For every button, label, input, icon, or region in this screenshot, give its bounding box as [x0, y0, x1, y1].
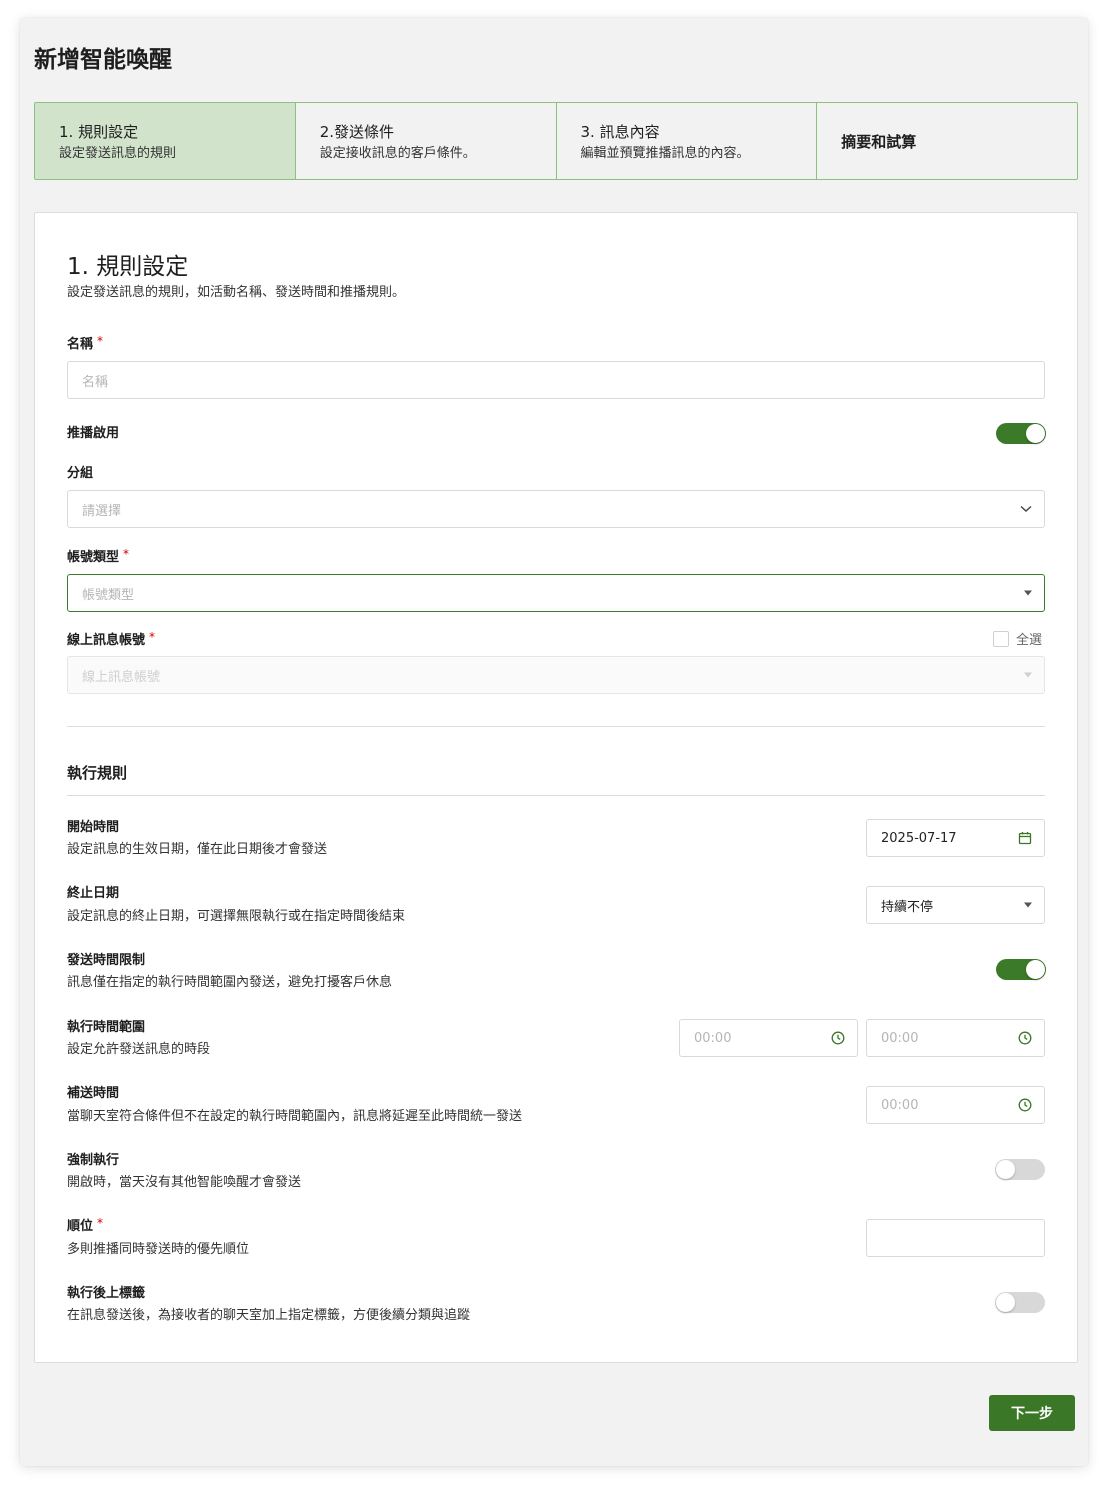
step-title: 1. 規則設定 — [59, 123, 139, 141]
step-summary[interactable]: 摘要和試算 — [817, 103, 1077, 179]
caret-down-icon — [1024, 672, 1032, 678]
step-title: 摘要和試算 — [841, 133, 917, 151]
step-title: 3. 訊息內容 — [580, 123, 660, 141]
send-time-limit-title: 發送時間限制 — [67, 953, 146, 968]
required-mark: * — [97, 334, 104, 348]
required-mark: * — [149, 630, 156, 644]
chevron-down-icon — [1020, 505, 1032, 513]
end-date-desc: 設定訊息的終止日期，可選擇無限執行或在指定時間後結束 — [67, 909, 406, 924]
group-select[interactable]: 請選擇 — [67, 490, 1045, 528]
priority-title: 順位 * — [67, 1216, 104, 1234]
form-card: 1. 規則設定 設定發送訊息的規則，如活動名稱、發送時間和推播規則。 名稱 * 名… — [34, 212, 1078, 1363]
online-account-select[interactable]: 線上訊息帳號 — [67, 656, 1045, 694]
step-desc: 編輯並預覽推播訊息的內容。 — [580, 146, 750, 161]
step-title: 2.發送條件 — [319, 123, 395, 141]
divider — [67, 726, 1045, 727]
page-title: 新增智能喚醒 — [34, 47, 172, 73]
name-label: 名稱 * — [67, 334, 104, 352]
priority-desc: 多則推播同時發送時的優先順位 — [67, 1242, 250, 1257]
force-execute-toggle[interactable] — [995, 1159, 1045, 1180]
next-button[interactable]: 下一步 — [989, 1395, 1075, 1431]
caret-down-icon — [1024, 590, 1032, 596]
resend-time-input[interactable]: 00:00 — [866, 1086, 1045, 1124]
select-all-checkbox[interactable]: 全選 — [993, 629, 1042, 648]
push-enabled-toggle[interactable] — [996, 423, 1046, 444]
time-range-end-input[interactable]: 00:00 — [866, 1019, 1045, 1057]
online-account-label: 線上訊息帳號 * — [67, 630, 156, 648]
tag-after-desc: 在訊息發送後，為接收者的聊天室加上指定標籤，方便後續分類與追蹤 — [67, 1308, 471, 1323]
calendar-icon — [1018, 831, 1032, 845]
step-conditions[interactable]: 2.發送條件 設定接收訊息的客戶條件。 — [295, 103, 557, 179]
start-time-desc: 設定訊息的生效日期，僅在此日期後才會發送 — [67, 842, 328, 857]
step-rules[interactable]: 1. 規則設定 設定發送訊息的規則 — [35, 103, 296, 179]
push-enabled-label: 推播啟用 — [67, 426, 120, 441]
account-type-label: 帳號類型 * — [67, 547, 130, 565]
clock-icon — [1018, 1098, 1032, 1112]
section-title: 1. 規則設定 — [67, 254, 189, 280]
end-date-title: 終止日期 — [67, 886, 120, 901]
section-desc: 設定發送訊息的規則，如活動名稱、發送時間和推播規則。 — [67, 285, 406, 300]
select-all-label: 全選 — [1016, 633, 1043, 648]
checkbox-box[interactable] — [993, 630, 1009, 647]
step-desc: 設定發送訊息的規則 — [59, 146, 177, 161]
step-message-content[interactable]: 3. 訊息內容 編輯並預覽推播訊息的內容。 — [556, 103, 818, 179]
step-tabs: 1. 規則設定 設定發送訊息的規則 2.發送條件 設定接收訊息的客戶條件。 3.… — [34, 102, 1078, 180]
account-type-select[interactable]: 帳號類型 — [67, 574, 1045, 612]
caret-down-icon — [1024, 902, 1032, 908]
end-date-select[interactable]: 持續不停 — [866, 886, 1045, 924]
resend-time-desc: 當聊天室符合條件但不在設定的執行時間範圍內，訊息將延遲至此時間統一發送 — [67, 1109, 523, 1124]
dialog-window: 新增智能喚醒 1. 規則設定 設定發送訊息的規則 2.發送條件 設定接收訊息的客… — [20, 18, 1088, 1466]
resend-time-title: 補送時間 — [67, 1086, 120, 1101]
tag-after-toggle[interactable] — [995, 1292, 1045, 1313]
step-desc: 設定接收訊息的客戶條件。 — [319, 146, 476, 161]
required-mark: * — [97, 1216, 104, 1230]
rules-title: 執行規則 — [67, 764, 128, 782]
required-mark: * — [123, 547, 130, 561]
divider — [67, 795, 1045, 796]
time-range-title: 執行時間範圍 — [67, 1020, 146, 1035]
start-date-input[interactable]: 2025-07-17 — [866, 819, 1045, 857]
clock-icon — [1018, 1031, 1032, 1045]
tag-after-title: 執行後上標籤 — [67, 1286, 146, 1301]
priority-input[interactable] — [866, 1219, 1045, 1257]
force-execute-desc: 開啟時，當天沒有其他智能喚醒才會發送 — [67, 1175, 302, 1190]
force-execute-title: 強制執行 — [67, 1153, 120, 1168]
clock-icon — [831, 1031, 845, 1045]
send-time-limit-toggle[interactable] — [996, 959, 1046, 980]
time-range-desc: 設定允許發送訊息的時段 — [67, 1042, 211, 1057]
time-range-start-input[interactable]: 00:00 — [679, 1019, 858, 1057]
start-time-title: 開始時間 — [67, 820, 120, 835]
send-time-limit-desc: 訊息僅在指定的執行時間範圍內發送，避免打擾客戶休息 — [67, 975, 393, 990]
name-input[interactable]: 名稱 — [67, 361, 1045, 399]
group-label: 分組 — [67, 466, 94, 481]
